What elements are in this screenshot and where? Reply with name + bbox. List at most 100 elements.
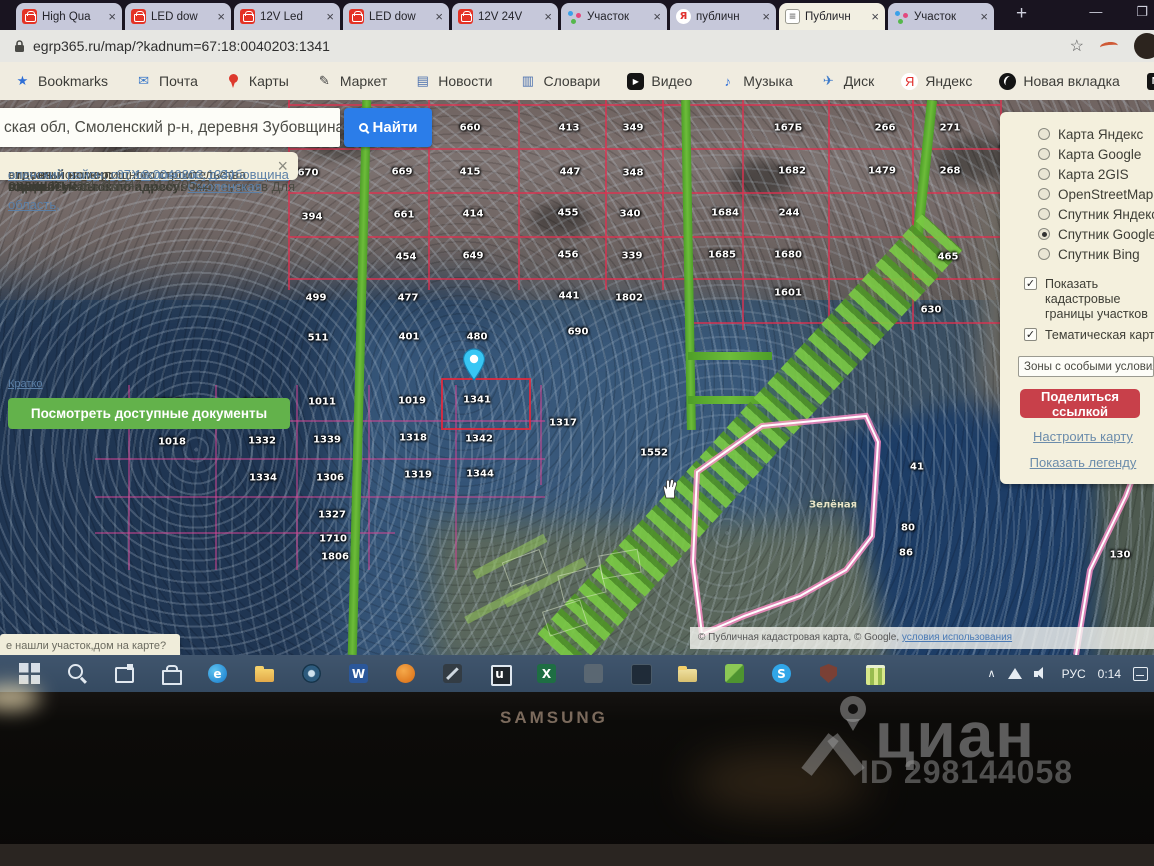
panel-link[interactable]: Настроить карту [1000, 429, 1154, 444]
browser-tab[interactable]: Участок × [888, 3, 994, 30]
bookmark-item[interactable]: ★ Bookmarks [14, 73, 108, 90]
basemap-radio[interactable]: Спутник Google [1000, 224, 1154, 244]
taskbar-app-icon[interactable] [628, 661, 653, 686]
bookmark-star-icon[interactable]: ☆ [1070, 36, 1084, 56]
browser-tab[interactable]: High Qua × [16, 3, 122, 30]
tab-favicon [349, 9, 364, 24]
notification-center-icon[interactable] [1133, 666, 1148, 681]
tab-close-icon[interactable]: × [980, 9, 988, 24]
basemap-radio[interactable]: OpenStreetMap [1000, 184, 1154, 204]
layer-checkbox[interactable]: ✓ Тематическая карта [1000, 325, 1154, 346]
tab-close-icon[interactable]: × [217, 9, 225, 24]
bookmark-item[interactable]: ✎ Маркет [316, 73, 387, 90]
taskbar-app-icon[interactable] [252, 661, 277, 686]
basemap-radio[interactable]: Спутник Яндекс [1000, 204, 1154, 224]
taskbar-app-icon[interactable] [581, 661, 606, 686]
tab-close-icon[interactable]: × [653, 9, 661, 24]
bookmark-item[interactable]: ▤ Новости [414, 73, 493, 90]
bookmark-item[interactable]: ▥ Словари [519, 73, 601, 90]
bookmark-item[interactable]: ♪ Музыка [719, 73, 793, 90]
tab-close-icon[interactable]: × [762, 9, 770, 24]
minimize-button[interactable]: — [1089, 4, 1102, 20]
collapse-link[interactable]: Кратко [8, 378, 43, 390]
language-indicator[interactable]: РУС [1062, 667, 1086, 681]
bookmark-item[interactable]: ▶ Видео [627, 72, 692, 90]
browser-tab[interactable]: Я публичн × [670, 3, 776, 30]
parcel-label: 661 [393, 209, 415, 221]
taskbar-app-icon[interactable] [440, 661, 465, 686]
extension-icon[interactable] [1099, 40, 1119, 52]
bookmark-item[interactable]: N MSN Россия: ново... [1146, 72, 1154, 90]
bookmark-icon [225, 73, 242, 90]
tab-title: High Qua [42, 10, 91, 23]
parcel-label: 415 [459, 166, 481, 178]
parcel-label: 1334 [249, 472, 277, 484]
bookmark-item[interactable]: Карты [225, 73, 289, 90]
tab-title: 12V 24V [478, 10, 523, 23]
taskbar-app-icon[interactable]: S [769, 661, 794, 686]
terms-link[interactable]: условия использования [902, 632, 1012, 643]
layer-checkbox[interactable]: ✓ Показать кадастровые границы участков [1000, 274, 1154, 325]
browser-tab[interactable]: 12V Led × [234, 3, 340, 30]
profile-avatar[interactable] [1134, 33, 1154, 59]
url-text[interactable]: egrp365.ru/map/?kadnum=67:18:0040203:134… [33, 38, 330, 54]
taskbar-app-icon[interactable] [722, 661, 747, 686]
taskbar-app-icon[interactable] [158, 661, 183, 686]
browser-tab[interactable]: Участок × [561, 3, 667, 30]
clock[interactable]: 0:14 [1098, 667, 1121, 681]
wifi-icon[interactable] [1007, 668, 1022, 679]
tab-close-icon[interactable]: × [544, 9, 552, 24]
hand-cursor [663, 479, 678, 499]
browser-tab[interactable]: ≡ Публичн × [779, 3, 885, 30]
share-link-button[interactable]: Поделиться ссылкой [1020, 389, 1140, 419]
bookmark-item[interactable]: ✈ Диск [820, 73, 874, 90]
taskbar-app-icon[interactable]: X [534, 661, 559, 686]
parcel-label: 414 [462, 208, 484, 220]
taskbar-app-icon[interactable] [863, 661, 888, 686]
taskbar-app-icon[interactable] [64, 661, 89, 686]
zones-select[interactable]: Зоны с особыми условиями ▼ [1018, 356, 1154, 377]
tab-close-icon[interactable]: × [871, 9, 879, 24]
view-documents-button[interactable]: Посмотреть доступные документы [8, 398, 290, 429]
search-input[interactable]: ская обл, Смоленский р-н, деревня Зубовщ… [0, 108, 340, 147]
taskbar-app-icon[interactable] [675, 661, 700, 686]
parcel-label: 41 [910, 461, 924, 473]
basemap-radio[interactable]: Карта 2GIS [1000, 164, 1154, 184]
taskbar-app-icon[interactable] [17, 661, 42, 686]
taskbar-app-icon[interactable] [111, 661, 136, 686]
basemap-radio[interactable]: Карта Яндекс [1000, 124, 1154, 144]
taskbar-app-icon[interactable]: e [205, 661, 230, 686]
search-button[interactable]: Найти [344, 108, 432, 147]
taskbar-app-icon[interactable] [299, 661, 324, 686]
parcel-label: 268 [939, 165, 961, 177]
parcel-label: 1011 [308, 396, 336, 408]
taskbar-app-icon[interactable] [393, 661, 418, 686]
parcel-label: 1306 [316, 472, 344, 484]
tab-close-icon[interactable]: × [108, 9, 116, 24]
bookmark-item[interactable]: Я Яндекс [901, 72, 973, 90]
tab-close-icon[interactable]: × [326, 9, 334, 24]
taskbar-app-icon[interactable]: W [346, 661, 371, 686]
bookmark-label: Музыка [743, 73, 793, 89]
browser-tab[interactable]: LED dow × [125, 3, 231, 30]
basemap-radio[interactable]: Спутник Bing [1000, 244, 1154, 264]
browser-tab[interactable]: LED dow × [343, 3, 449, 30]
cadastral-map[interactable]: 660 413 349 167Б 266 271 466 670 669 [0, 100, 1154, 655]
volume-icon[interactable] [1033, 667, 1050, 680]
bookmark-item[interactable]: ✉ Почта [135, 73, 198, 90]
basemap-radio[interactable]: Карта Google [1000, 144, 1154, 164]
maximize-button[interactable]: ❐ [1136, 4, 1148, 20]
taskbar-app-icon[interactable]: u [487, 661, 512, 686]
parcel-label: 86 [899, 547, 913, 559]
new-tab-button[interactable]: + [1016, 3, 1027, 25]
address-bar[interactable]: egrp365.ru/map/?kadnum=67:18:0040203:134… [0, 30, 1154, 62]
taskbar-app-icon[interactable] [816, 661, 841, 686]
bookmark-label: Маркет [339, 73, 388, 89]
tab-close-icon[interactable]: × [435, 9, 443, 24]
bookmark-item[interactable]: Новая вкладка [999, 72, 1120, 90]
bookmark-label: Яндекс [925, 73, 973, 89]
tray-chevron-icon[interactable]: ∧ [988, 667, 996, 680]
browser-tab[interactable]: 12V 24V × [452, 3, 558, 30]
panel-link[interactable]: Показать легенду [1000, 455, 1154, 470]
parcel-label: 244 [778, 207, 800, 219]
